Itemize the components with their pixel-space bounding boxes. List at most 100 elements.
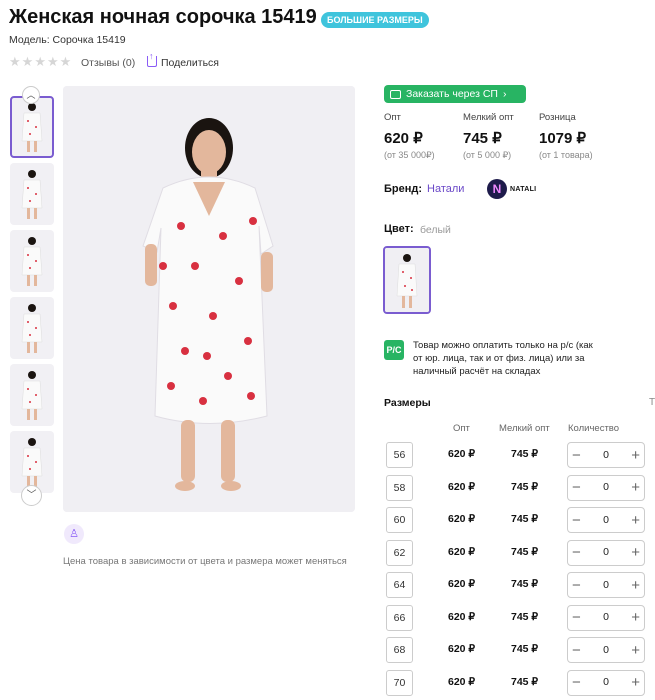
minus-icon[interactable]: −: [572, 643, 581, 658]
model-label: Модель: Сорочка 15419: [9, 34, 126, 46]
size-table-link[interactable]: Т: [649, 397, 655, 408]
quantity-value[interactable]: 0: [603, 513, 609, 528]
size-row: 68 620 ₽ 745 ₽ − 0 +: [386, 637, 655, 663]
plus-icon[interactable]: +: [631, 643, 640, 658]
thumbnail-3[interactable]: [10, 230, 54, 292]
brand-label: Бренд:: [384, 183, 423, 195]
quantity-stepper: − 0 +: [567, 539, 645, 566]
minus-icon[interactable]: −: [572, 578, 581, 593]
size-price-opt: 620 ₽: [448, 545, 476, 558]
col-small-header: Мелкий опт: [499, 423, 550, 434]
minus-icon[interactable]: −: [572, 480, 581, 495]
price-sub-opt: (от 35 000₽): [384, 150, 435, 160]
payment-rs-icon: Р/С: [384, 340, 404, 360]
size-price-opt: 620 ₽: [448, 578, 476, 590]
brand-link[interactable]: Натали: [427, 183, 464, 195]
size-price-small: 745 ₽: [511, 578, 539, 590]
quantity-value[interactable]: 0: [603, 545, 609, 560]
sizes-heading: Размеры: [384, 397, 431, 409]
size-chart-icon[interactable]: ♙: [64, 524, 84, 544]
minus-icon[interactable]: −: [572, 545, 581, 560]
chevron-down-icon[interactable]: ﹀: [21, 485, 42, 506]
size-row: 58 620 ₽ 745 ₽ − 0 +: [386, 474, 655, 501]
order-sp-label: Заказать через СП: [406, 88, 498, 100]
quantity-stepper: − 0 +: [567, 604, 645, 631]
thumbnail-1[interactable]: [10, 96, 54, 158]
plus-icon[interactable]: +: [631, 578, 640, 593]
share-box-icon: [147, 56, 157, 67]
quantity-value[interactable]: 0: [603, 643, 609, 658]
thumbnail-6[interactable]: [10, 431, 54, 493]
size-price-small: 745 ₽: [511, 448, 539, 460]
share-button[interactable]: Поделиться: [161, 57, 219, 69]
plus-icon[interactable]: +: [631, 675, 640, 690]
minus-icon[interactable]: −: [572, 610, 581, 625]
price-retail: 1079 ₽: [539, 130, 587, 147]
quantity-value[interactable]: 0: [603, 675, 609, 690]
price-sub-small: (от 5 000 ₽): [463, 150, 512, 160]
col-opt-header: Опт: [453, 423, 470, 434]
page-title: Женская ночная сорочка 15419: [9, 6, 317, 28]
size-price-small: 745 ₽: [511, 643, 539, 655]
quantity-value[interactable]: 0: [603, 480, 609, 495]
thumbnail-list: [10, 96, 54, 498]
order-sp-button[interactable]: Заказать через СП ›: [384, 85, 526, 103]
plus-icon[interactable]: +: [631, 480, 640, 495]
quantity-stepper: − 0 +: [567, 637, 645, 663]
price-label-opt: Опт: [384, 112, 401, 123]
price-sub-retail: (от 1 товара): [539, 150, 593, 160]
size-row: 66 620 ₽ 745 ₽ − 0 +: [386, 604, 655, 631]
quantity-stepper: − 0 +: [567, 669, 645, 696]
product-main-image[interactable]: [63, 86, 355, 512]
size-value: 60: [386, 507, 413, 533]
star-icon: ★: [21, 54, 34, 69]
thumbnail-5[interactable]: [10, 364, 54, 426]
color-swatch-white[interactable]: [383, 246, 431, 314]
brand-logo-icon[interactable]: N: [487, 179, 507, 199]
size-price-small: 745 ₽: [511, 545, 539, 558]
color-label: Цвет:: [384, 223, 414, 235]
size-row: 70 620 ₽ 745 ₽ − 0 +: [386, 669, 655, 696]
price-opt: 620 ₽: [384, 130, 423, 147]
size-row: 62 620 ₽ 745 ₽ − 0 +: [386, 539, 655, 566]
plus-icon[interactable]: +: [631, 610, 640, 625]
chevron-right-icon: ›: [502, 88, 507, 100]
size-price-opt: 620 ₽: [448, 643, 476, 655]
size-value: 68: [386, 637, 413, 663]
minus-icon[interactable]: −: [572, 513, 581, 528]
quantity-value[interactable]: 0: [603, 610, 609, 625]
rating-stars: ★ ★ ★ ★ ★: [9, 55, 71, 68]
payment-info: Товар можно оплатить только на р/с (как …: [413, 340, 593, 377]
plus-icon[interactable]: +: [631, 513, 640, 528]
quantity-value[interactable]: 0: [603, 578, 609, 593]
size-price-small: 745 ₽: [511, 480, 539, 493]
thumbnail-2[interactable]: [10, 163, 54, 225]
size-price-small: 745 ₽: [511, 610, 539, 623]
size-price-opt: 620 ₽: [448, 513, 476, 525]
minus-icon[interactable]: −: [572, 675, 581, 690]
size-row: 64 620 ₽ 745 ₽ − 0 +: [386, 572, 655, 598]
brand-logo-text: NATALI: [510, 186, 537, 193]
large-sizes-badge[interactable]: БОЛЬШИЕ РАЗМЕРЫ: [321, 12, 429, 28]
minus-icon[interactable]: −: [572, 448, 581, 463]
size-price-small: 745 ₽: [511, 513, 539, 525]
plus-icon[interactable]: +: [631, 448, 640, 463]
size-value: 66: [386, 604, 413, 631]
price-note: Цена товара в зависимости от цвета и раз…: [63, 556, 347, 567]
star-icon: ★: [59, 54, 72, 69]
cart-icon: [390, 89, 401, 99]
size-value: 70: [386, 669, 413, 696]
quantity-stepper: − 0 +: [567, 572, 645, 598]
color-value: белый: [420, 224, 451, 236]
size-value: 62: [386, 539, 413, 566]
size-row: 56 620 ₽ 745 ₽ − 0 +: [386, 442, 655, 468]
size-row: 60 620 ₽ 745 ₽ − 0 +: [386, 507, 655, 533]
chevron-up-icon[interactable]: ︿: [22, 86, 40, 104]
size-value: 64: [386, 572, 413, 598]
star-icon: ★: [46, 54, 59, 69]
plus-icon[interactable]: +: [631, 545, 640, 560]
price-small: 745 ₽: [463, 130, 502, 147]
reviews-link[interactable]: Отзывы (0): [81, 57, 135, 69]
thumbnail-4[interactable]: [10, 297, 54, 359]
quantity-value[interactable]: 0: [603, 448, 609, 463]
